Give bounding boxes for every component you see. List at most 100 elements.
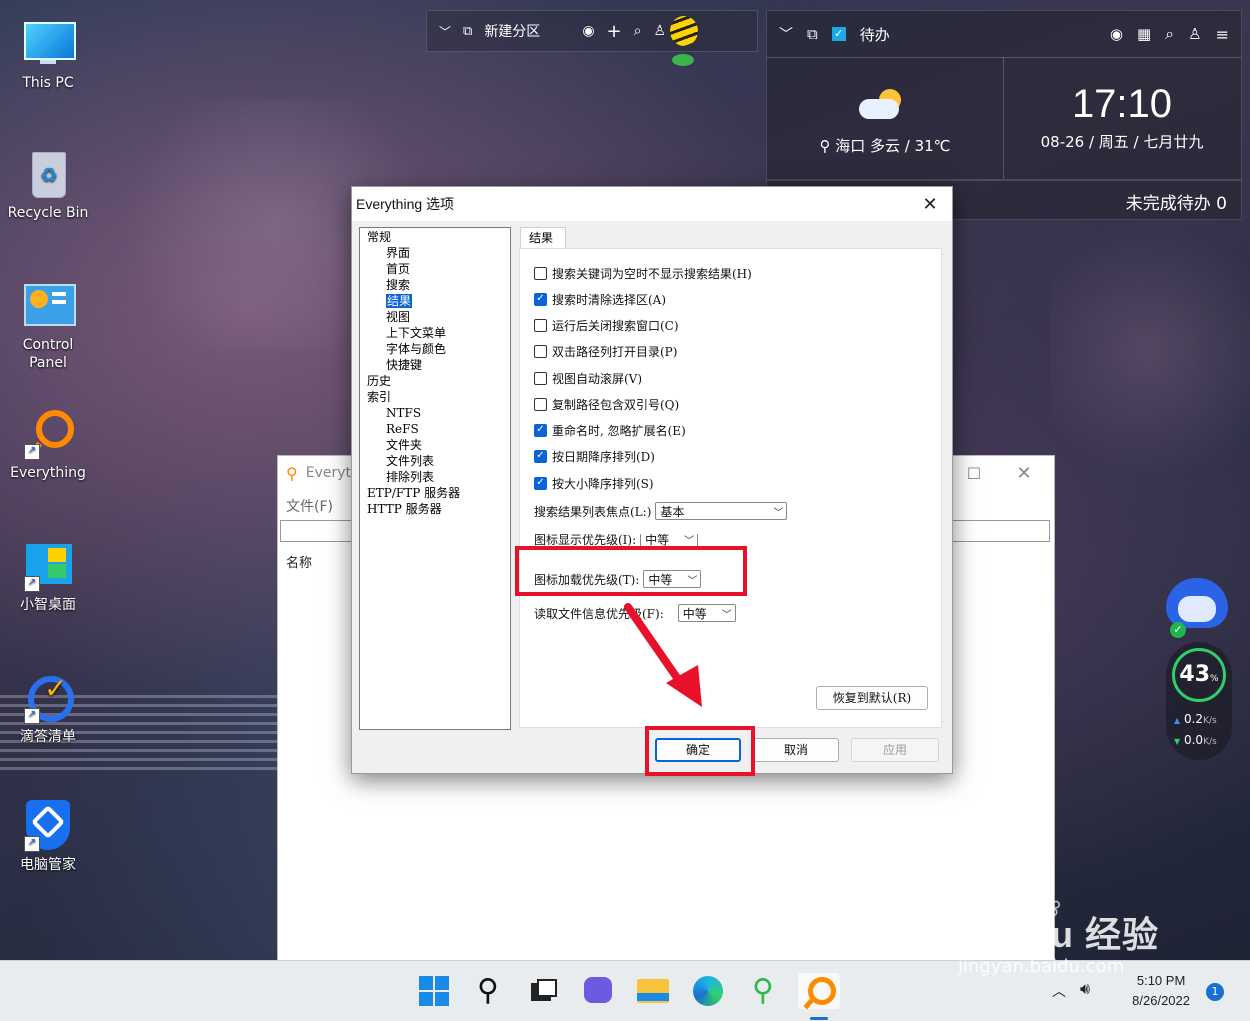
desktop-icon-ticktick[interactable]: ✓ ↗ 滴答清单 [0, 672, 96, 746]
download-arrow-icon: ▼ [1174, 737, 1181, 746]
tree-item[interactable]: 快捷键 [360, 357, 510, 373]
shirt-icon[interactable]: ♙ [1188, 25, 1201, 43]
tree-item[interactable]: 文件夹 [360, 437, 510, 453]
tree-item[interactable]: 视图 [360, 309, 510, 325]
option-label: 搜索关键词为空时不显示搜索结果(H) [552, 266, 752, 281]
tree-item[interactable]: HTTP 服务器 [360, 501, 510, 517]
option-label: 按日期降序排列(D) [552, 449, 655, 464]
edge-browser-icon[interactable] [690, 973, 726, 1009]
tree-item-label: 索引 [367, 390, 392, 404]
todo-check-icon: ✓ [831, 27, 846, 41]
upload-arrow-icon: ▲ [1174, 716, 1181, 725]
tree-item[interactable]: 搜索 [360, 277, 510, 293]
tree-item[interactable]: 索引 [360, 389, 510, 405]
option-label: 运行后关闭搜索窗口(C) [552, 318, 679, 333]
tree-item[interactable]: 首页 [360, 261, 510, 277]
todo-widget: ﹀ ⧉ ✓ 待办 ◉ ▦ ⌕ ♙ ≡ ⚲ 海口 多云 / 31℃ 17:10 0… [766, 10, 1242, 180]
tree-item[interactable]: 历史 [360, 373, 510, 389]
calendar-icon[interactable]: ▦ [1137, 25, 1151, 43]
maximize-icon[interactable]: ☐ [954, 464, 994, 483]
option-label: 按大小降序排列(S) [552, 476, 654, 491]
option-checkbox-row[interactable]: 复制路径包含双引号(Q) [534, 395, 679, 413]
plus-icon[interactable]: + [607, 21, 622, 42]
user-icon[interactable]: ◉ [1110, 25, 1123, 43]
window-restore-icon[interactable]: ⧉ [463, 24, 472, 39]
desktop-icon-pc-manager[interactable]: ↗ 电脑管家 [0, 800, 96, 874]
tree-item[interactable]: 常规 [360, 229, 510, 245]
focus-select[interactable]: 基本 ﹀ [655, 502, 788, 520]
magnifier-icon: ↗ [22, 408, 74, 460]
desktop-icon-control-panel[interactable]: Control Panel [0, 280, 96, 372]
menu-icon[interactable]: ≡ [1216, 25, 1229, 44]
tree-item[interactable]: 文件列表 [360, 453, 510, 469]
tray-chevron-up-icon[interactable]: ︿ [1052, 981, 1066, 1001]
tree-item[interactable]: 界面 [360, 245, 510, 261]
desktop-icon-everything[interactable]: ↗ Everything [0, 408, 96, 482]
close-icon[interactable]: ✕ [908, 194, 952, 215]
option-checkbox-row[interactable]: 搜索关键词为空时不显示搜索结果(H) [534, 264, 752, 282]
checkbox[interactable] [534, 344, 547, 358]
close-icon[interactable]: ✕ [994, 463, 1054, 484]
checkbox[interactable]: ✓ [534, 449, 547, 463]
desktop-icon-xiaozhi[interactable]: ↗ 小智桌面 [0, 540, 96, 614]
tab-results[interactable]: 结果 [520, 227, 567, 249]
tree-item-label: 文件夹 [386, 438, 423, 452]
checkbox[interactable] [534, 371, 547, 385]
checkbox[interactable] [534, 397, 547, 411]
notification-badge[interactable]: 1 [1206, 983, 1224, 1001]
option-checkbox-row[interactable]: ✓ 按大小降序排列(S) [534, 474, 654, 492]
checkbox[interactable]: ✓ [534, 423, 547, 437]
search-icon[interactable]: ⚲ [470, 973, 506, 1009]
tree-item[interactable]: 字体与颜色 [360, 341, 510, 357]
chevron-down-icon[interactable]: ﹀ [779, 24, 793, 44]
option-checkbox-row[interactable]: ✓ 按日期降序排列(D) [534, 447, 655, 465]
file-explorer-icon[interactable] [635, 973, 671, 1009]
tree-item-label: 视图 [386, 310, 411, 324]
clock[interactable]: 5:10 PM 8/26/2022 [1132, 971, 1190, 1011]
green-search-app-icon[interactable]: ⚲ [745, 973, 781, 1009]
option-checkbox-row[interactable]: 双击路径列打开目录(P) [534, 342, 677, 360]
windows-start-icon[interactable] [416, 973, 452, 1009]
shirt-icon[interactable]: ♙ [653, 23, 666, 39]
window-restore-icon[interactable]: ⧉ [807, 25, 818, 43]
restore-defaults-button[interactable]: 恢复到默认(R) [816, 686, 928, 710]
desktop-icon-recycle-bin[interactable]: ♻ Recycle Bin [0, 148, 96, 222]
checkbox[interactable] [534, 266, 547, 280]
tree-item[interactable]: 排除列表 [360, 469, 510, 485]
assistant-mascot-icon[interactable]: ✓ [1164, 572, 1230, 638]
option-checkbox-row[interactable]: ✓ 搜索时清除选择区(A) [534, 290, 666, 308]
option-label: 双击路径列打开目录(P) [552, 344, 678, 359]
tree-item[interactable]: ETP/FTP 服务器 [360, 485, 510, 501]
tree-item[interactable]: 结果 [360, 293, 510, 309]
desktop-icon-this-pc[interactable]: This PC [0, 18, 96, 92]
partition-widget: ﹀ ⧉ 新建分区 ◉ + ⌕ ♙ ≡ [426, 10, 758, 52]
everything-taskbar-icon[interactable] [798, 973, 840, 1020]
option-checkbox-row[interactable]: 视图自动滚屏(V) [534, 369, 642, 387]
user-icon[interactable]: ◉ [582, 23, 594, 39]
cancel-button[interactable]: 取消 [753, 738, 839, 762]
dialog-titlebar: Everything 选项 ✕ [352, 187, 952, 221]
download-speed: ▼ 0.0K/s [1174, 733, 1217, 747]
checkbox[interactable] [534, 318, 547, 332]
chat-icon[interactable] [580, 973, 616, 1009]
focus-label: 搜索结果列表焦点(L:) [534, 504, 652, 519]
option-checkbox-row[interactable]: ✓ 重命名时, 忽略扩展名(E) [534, 421, 686, 439]
column-header-name[interactable]: 名称 [286, 552, 312, 571]
tree-item[interactable]: 上下文菜单 [360, 325, 510, 341]
focus-row: 搜索结果列表焦点(L:) 基本 ﹀ [534, 501, 788, 521]
desktop-icon-label: 电脑管家 [20, 857, 76, 873]
search-icon[interactable]: ⌕ [1165, 24, 1174, 44]
checkbox[interactable]: ✓ [534, 292, 547, 306]
network-monitor[interactable]: 43% ▲ 0.2K/s ▼ 0.0K/s [1166, 642, 1232, 760]
task-view-icon[interactable] [525, 973, 561, 1009]
search-icon[interactable]: ⌕ [634, 23, 642, 39]
checkbox[interactable]: ✓ [534, 476, 547, 490]
apply-button[interactable]: 应用 [851, 738, 939, 762]
option-label: 搜索时清除选择区(A) [552, 292, 667, 307]
menu-file[interactable]: 文件(F) [286, 496, 333, 516]
volume-icon[interactable]: 🔊︎ [1080, 979, 1090, 999]
tree-item[interactable]: NTFS [360, 405, 510, 421]
chevron-down-icon[interactable]: ﹀ [439, 23, 451, 40]
tree-item[interactable]: ReFS [360, 421, 510, 437]
option-checkbox-row[interactable]: 运行后关闭搜索窗口(C) [534, 316, 679, 334]
